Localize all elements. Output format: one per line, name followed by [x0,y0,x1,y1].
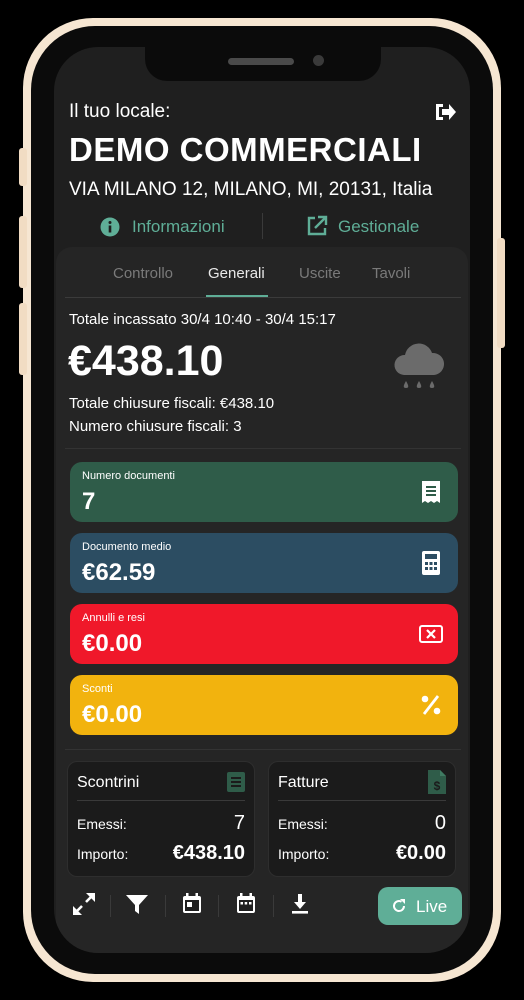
venue-name: DEMO COMMERCIALI [69,131,422,168]
invoices-issued-value: 0 [434,812,446,834]
total-amount: €438.10 [68,337,224,385]
card-label: Documento medio [82,541,172,553]
card-documents[interactable]: Numero documenti 7 [70,462,458,522]
receipts-card[interactable]: Scontrini Emessi: 7 Importo: €438.10 [67,761,255,877]
invoices-separator [278,800,446,801]
toolbar-divider [273,895,274,917]
period-text: Totale incassato 30/4 10:40 - 30/4 15:17 [69,311,336,328]
card-label: Sconti [82,683,113,695]
card-cancellations[interactable]: Annulli e resi €0.00 [70,604,458,664]
info-label: Informazioni [132,217,225,236]
receipts-amount-label: Importo: [77,846,129,862]
manage-link[interactable]: Gestionale [306,215,426,239]
mute-switch [19,148,27,186]
receipts-issued-value: 7 [233,812,245,834]
tab-generali[interactable]: Generali [208,265,265,282]
live-button[interactable]: Live [378,887,462,925]
tabs-divider [65,297,461,298]
fiscal-total: Totale chiusure fiscali: €438.10 [69,395,275,412]
external-link-icon [307,215,328,236]
expand-icon[interactable] [69,889,99,919]
summary-divider [65,448,461,449]
card-value: 7 [82,488,96,515]
download-icon[interactable] [285,889,315,919]
receipts-title: Scontrini [77,774,140,791]
live-label: Live [416,897,448,916]
card-average[interactable]: Documento medio €62.59 [70,533,458,593]
invoices-title: Fatture [278,774,329,791]
info-icon [100,217,120,237]
calendar-day-icon[interactable] [177,889,207,919]
receipts-amount-value: €438.10 [172,842,245,864]
percent-icon [421,695,441,715]
cards-divider [65,749,461,750]
venue-prefix: Il tuo locale: [69,101,171,122]
cancel-box-icon [419,625,443,643]
invoices-amount-label: Importo: [278,846,330,862]
tab-tavoli[interactable]: Tavoli [372,265,410,282]
toolbar-divider [218,895,219,917]
card-value: €0.00 [82,701,143,728]
card-label: Annulli e resi [82,612,145,624]
card-value: €0.00 [82,630,143,657]
card-value: €62.59 [82,559,156,586]
receipt-icon [422,481,440,503]
filter-icon[interactable] [122,889,152,919]
manage-label: Gestionale [338,217,420,236]
tab-uscite[interactable]: Uscite [299,265,341,282]
tab-controllo[interactable]: Controllo [113,265,173,282]
invoices-card[interactable]: Fatture $ Emessi: 0 Importo: €0.00 [268,761,456,877]
svg-text:$: $ [434,779,441,793]
invoice-dollar-icon: $ [428,770,446,794]
receipts-separator [77,800,245,801]
toolbar-divider [110,895,111,917]
power-button [497,238,505,348]
card-discounts[interactable]: Sconti €0.00 [70,675,458,735]
calculator-icon [422,551,440,575]
volume-down-button [19,303,27,375]
receipts-issued-label: Emessi: [77,816,127,832]
link-divider [262,213,263,239]
rain-cloud-icon [390,341,448,399]
calendar-range-icon[interactable] [231,889,261,919]
card-label: Numero documenti [82,470,175,482]
phone-speaker [228,58,294,65]
logout-icon[interactable] [433,101,457,123]
app-screen: Il tuo locale: DEMO COMMERCIALI VIA MILA… [54,47,470,953]
refresh-icon [393,899,406,912]
volume-up-button [19,216,27,288]
toolbar-divider [165,895,166,917]
receipt-list-icon [227,772,245,792]
venue-address: VIA MILANO 12, MILANO, MI, 20131, Italia [69,179,433,200]
invoices-amount-value: €0.00 [395,842,446,864]
fiscal-count: Numero chiusure fiscali: 3 [69,418,242,435]
phone-camera [313,55,324,66]
invoices-issued-label: Emessi: [278,816,328,832]
